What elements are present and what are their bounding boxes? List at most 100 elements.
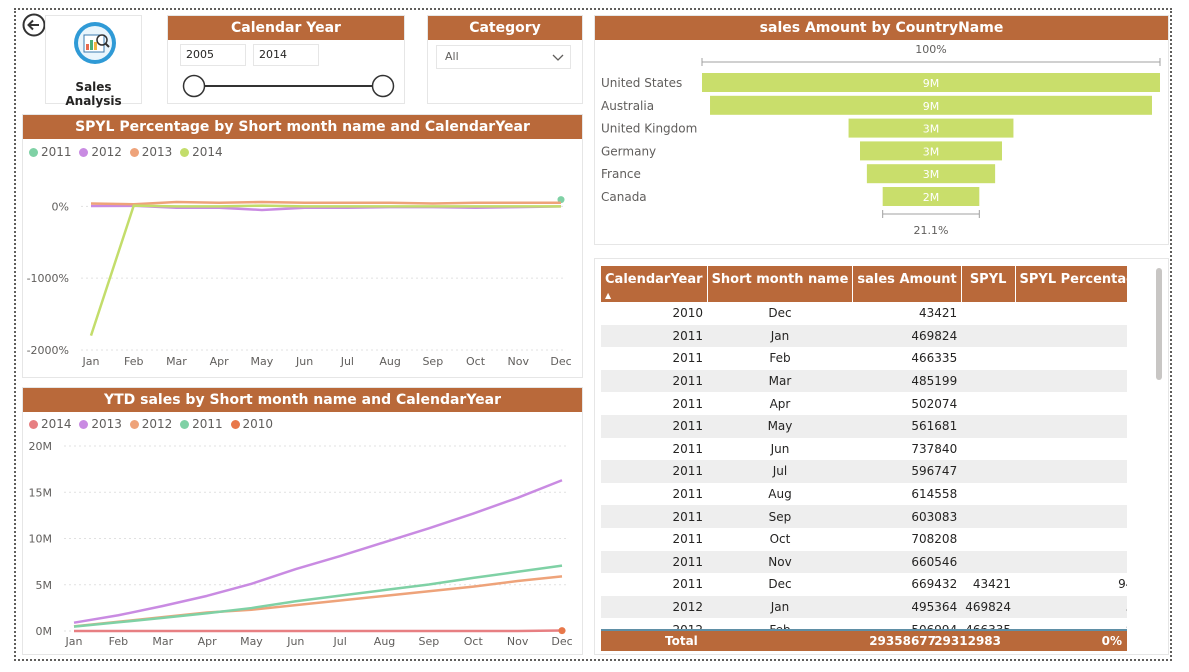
table-cell: 43421 bbox=[919, 306, 958, 321]
table-cell: 5% bbox=[1015, 595, 1127, 619]
table-cell bbox=[961, 324, 1016, 348]
table-cell bbox=[961, 347, 1015, 370]
table-header-row: CalendarYear ▲ Short month name sales Amo… bbox=[601, 266, 1127, 302]
table-cell bbox=[961, 392, 1015, 415]
sales-table[interactable]: CalendarYear ▲ Short month name sales Amo… bbox=[601, 266, 1127, 652]
table-cell: 469824 bbox=[852, 324, 962, 348]
table-cell bbox=[1015, 528, 1127, 551]
funnel-category-label: United States bbox=[601, 76, 682, 90]
table-cell: Jan bbox=[707, 595, 853, 619]
table-cell bbox=[961, 414, 1016, 438]
table-cell: 495364 bbox=[852, 595, 962, 619]
table-cell: Feb bbox=[769, 351, 791, 366]
legend-item-2011: 2011 bbox=[180, 417, 223, 431]
table-row[interactable]: 2010 Dec 43421 bbox=[601, 302, 1127, 325]
funnel-plot-area: 100% United States 9M Australia 9M United Kin… bbox=[601, 43, 1161, 237]
x-tick-label: Apr bbox=[210, 355, 230, 368]
table-cell bbox=[1015, 369, 1127, 393]
calendar-year-slicer-title: Calendar Year bbox=[168, 16, 404, 40]
table-cell: 485199 bbox=[852, 369, 962, 393]
x-tick-label: May bbox=[240, 635, 263, 648]
table-row[interactable]: 2011 Oct 708208 bbox=[601, 528, 1127, 551]
y-tick-label: -2000% bbox=[27, 344, 69, 357]
table-cell: 2011 bbox=[601, 414, 708, 438]
legend-item-2010: 2010 bbox=[230, 417, 273, 431]
table-cell: 2011 bbox=[601, 369, 708, 393]
x-tick-label: Aug bbox=[374, 635, 395, 648]
table-cell: 660546 bbox=[852, 550, 962, 574]
x-tick-label: Oct bbox=[464, 635, 484, 648]
x-tick-label: Feb bbox=[109, 635, 128, 648]
table-cell: 2011 bbox=[672, 487, 704, 502]
column-header-sales-amount[interactable]: sales Amount bbox=[852, 266, 962, 302]
end-year-input[interactable]: 2014 bbox=[253, 44, 319, 66]
legend-item-2014: 2014 bbox=[29, 417, 72, 431]
funnel-bar-value: 9M bbox=[923, 100, 940, 113]
table-cell: Nov bbox=[707, 550, 853, 574]
table-row[interactable]: 2011 Aug 614558 bbox=[601, 483, 1127, 506]
table-row[interactable]: 2011 Jun 737840 bbox=[601, 438, 1127, 461]
spyl-chart-legend: 2011 2012 2013 2014 bbox=[29, 145, 227, 159]
table-cell: Jun bbox=[770, 441, 790, 456]
table-cell: 2011 bbox=[672, 396, 704, 411]
chart-report-icon bbox=[74, 22, 116, 64]
total-spyl: 29312983 bbox=[934, 634, 1001, 648]
column-header-spyl[interactable]: SPYL bbox=[961, 266, 1016, 302]
x-tick-label: Nov bbox=[507, 635, 529, 648]
ytd-chart-title: YTD sales by Short month name and Calend… bbox=[23, 388, 582, 412]
x-tick-label: Dec bbox=[550, 355, 571, 368]
table-scrollbar[interactable] bbox=[1156, 268, 1162, 380]
table-cell: 614558 bbox=[911, 487, 958, 502]
slider-start-handle[interactable] bbox=[182, 74, 206, 98]
table-cell bbox=[1015, 460, 1127, 483]
start-year-input[interactable]: 2005 bbox=[180, 44, 246, 66]
table-row[interactable]: 2011 Mar 485199 bbox=[601, 369, 1127, 393]
year-range-slider[interactable] bbox=[180, 72, 398, 100]
table-row[interactable]: 2011 Feb 466335 bbox=[601, 347, 1127, 370]
legend-item-2013: 2013 bbox=[79, 417, 122, 431]
column-header-calendaryear[interactable]: CalendarYear ▲ bbox=[601, 266, 708, 302]
y-tick-label: 5M bbox=[36, 579, 53, 592]
x-tick-label: Jul bbox=[340, 355, 354, 368]
table-row[interactable]: 2011 Dec 669432 43421 94% bbox=[601, 573, 1127, 596]
chevron-down-icon bbox=[552, 54, 564, 61]
table-cell bbox=[961, 505, 1016, 528]
table-row[interactable]: 2011 Apr 502074 bbox=[601, 392, 1127, 415]
series-point-2010 bbox=[558, 627, 566, 635]
table-cell: Oct bbox=[769, 532, 791, 547]
table-cell: 737840 bbox=[911, 441, 958, 456]
y-tick-label: 10M bbox=[29, 533, 53, 546]
slider-end-handle[interactable] bbox=[371, 74, 395, 98]
table-cell bbox=[961, 550, 1016, 574]
legend-item-2014: 2014 bbox=[180, 145, 223, 159]
table-row[interactable]: 2012Jan4953644698245% bbox=[601, 595, 1127, 619]
table-row[interactable]: 2011 Sep 603083 bbox=[601, 505, 1127, 528]
sort-ascending-icon: ▲ bbox=[605, 291, 612, 300]
table-row[interactable]: 2011 Jul 596747 bbox=[601, 460, 1127, 483]
series-line-2014 bbox=[89, 204, 561, 337]
table-cell bbox=[1015, 505, 1127, 528]
category-dropdown[interactable]: All bbox=[436, 45, 571, 69]
table-cell bbox=[1015, 392, 1127, 415]
back-arrow-icon[interactable] bbox=[22, 13, 46, 37]
x-tick-label: Aug bbox=[379, 355, 400, 368]
column-header-short-month-name[interactable]: Short month name bbox=[707, 266, 854, 302]
table-cell bbox=[961, 438, 1015, 461]
x-tick-label: Dec bbox=[551, 635, 572, 648]
table-cell: 669432 bbox=[911, 577, 958, 592]
table-cell: Aug bbox=[768, 487, 792, 502]
table-cell bbox=[1015, 438, 1127, 461]
table-row[interactable]: 2011 Nov 660546 bbox=[601, 550, 1127, 574]
table-row[interactable]: 2011 Jan 469824 bbox=[601, 324, 1127, 348]
table-row[interactable]: 2011 May 561681 bbox=[601, 414, 1127, 438]
table-cell: Jan bbox=[707, 324, 853, 348]
funnel-chart-title: sales Amount by CountryName bbox=[595, 16, 1168, 40]
funnel-category-label: Australia bbox=[601, 99, 654, 113]
table-cell: May bbox=[707, 414, 853, 438]
funnel-bar-value: 3M bbox=[923, 123, 940, 136]
table-cell: 2011 bbox=[601, 505, 708, 528]
logo-title: Sales Analysis bbox=[65, 80, 122, 108]
ytd-chart-legend: 2014 2013 2012 2011 2010 bbox=[29, 417, 277, 431]
column-header-spyl-percentage[interactable]: SPYL Percentage bbox=[1015, 266, 1127, 302]
table-cell: 502074 bbox=[911, 396, 958, 411]
